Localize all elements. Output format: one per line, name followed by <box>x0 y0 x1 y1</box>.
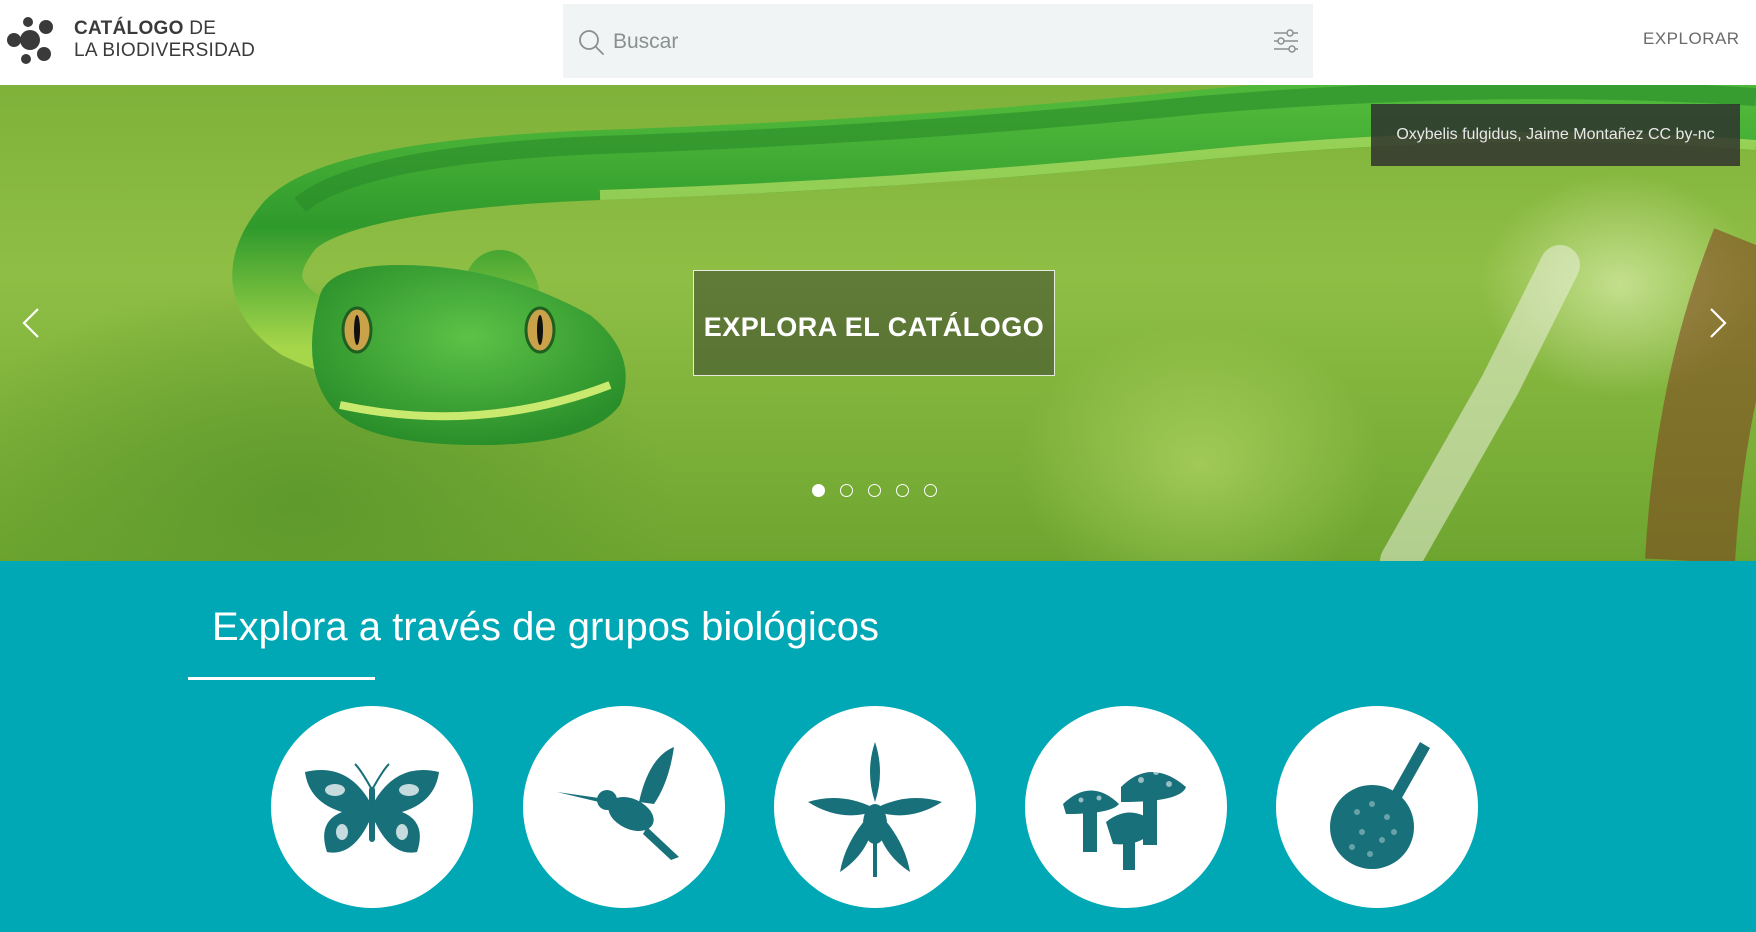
group-mosses[interactable] <box>1276 706 1478 908</box>
explore-catalog-button[interactable]: EXPLORA EL CATÁLOGO <box>693 270 1055 376</box>
carousel-indicators <box>812 484 937 497</box>
logo-line1-rest: DE <box>183 18 217 39</box>
photo-credit: Oxybelis fulgidus, Jaime Montañez CC by-… <box>1371 104 1740 166</box>
group-fungi[interactable] <box>1025 706 1227 908</box>
moss-capsule-icon <box>1330 742 1430 869</box>
carousel-dot-2[interactable] <box>840 484 853 497</box>
logo-text: CATÁLOGO DE LA BIODIVERSIDAD <box>74 18 255 62</box>
chevron-right-icon[interactable] <box>1703 303 1733 343</box>
hero-carousel: Oxybelis fulgidus, Jaime Montañez CC by-… <box>0 85 1756 561</box>
search-bar <box>563 4 1313 78</box>
carousel-dot-3[interactable] <box>868 484 881 497</box>
mushroom-icon <box>1063 769 1186 870</box>
site-logo[interactable]: CATÁLOGO DE LA BIODIVERSIDAD <box>4 14 255 66</box>
orchid-icon <box>808 742 942 877</box>
logo-line2: LA BIODIVERSIDAD <box>74 40 256 61</box>
carousel-dot-5[interactable] <box>924 484 937 497</box>
carousel-dot-4[interactable] <box>896 484 909 497</box>
hummingbird-icon <box>557 747 679 860</box>
nav-explorar-link[interactable]: EXPLORAR <box>1643 29 1740 49</box>
carousel-dot-1[interactable] <box>812 484 825 497</box>
butterfly-icon <box>305 763 439 853</box>
section-title: Explora a través de grupos biológicos <box>212 605 880 649</box>
search-input[interactable] <box>613 22 1213 62</box>
group-plants[interactable] <box>774 706 976 908</box>
logo-mark-icon <box>7 17 53 64</box>
filter-sliders-icon[interactable] <box>1273 28 1299 54</box>
logo-line1-bold: CATÁLOGO <box>74 18 184 39</box>
top-header: CATÁLOGO DE LA BIODIVERSIDAD EXPLORAR <box>0 0 1756 85</box>
biological-groups-section: Explora a través de grupos biológicos <box>0 561 1756 932</box>
chevron-left-icon[interactable] <box>16 303 46 343</box>
search-icon <box>579 30 604 55</box>
group-butterflies[interactable] <box>271 706 473 908</box>
title-underline <box>188 677 375 680</box>
group-birds[interactable] <box>523 706 725 908</box>
